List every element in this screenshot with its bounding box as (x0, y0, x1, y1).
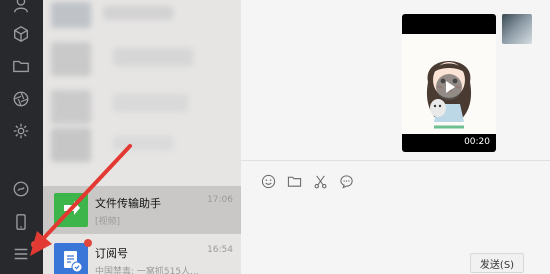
conversation-preview: [视频] (95, 217, 121, 227)
input-divider (241, 160, 550, 161)
conversation-name: 订阅号 (95, 247, 128, 260)
conversation-file-transfer[interactable]: 文件传输助手 17:06 [视频] (43, 186, 241, 234)
settings-gear-icon[interactable] (10, 120, 32, 142)
input-toolbar (241, 168, 550, 194)
conversation-time: 16:54 (207, 245, 233, 255)
conversation-name: 文件传输助手 (95, 197, 161, 210)
send-button[interactable]: 发送(S) (470, 253, 524, 273)
conversation-subscriptions[interactable]: 订阅号 16:54 中国禁毒: 一窝抓515人... (43, 236, 241, 274)
sidebar (0, 0, 43, 274)
conversation-list: 文件传输助手 17:06 [视频] 订阅号 16:54 中国禁毒: 一窝抓515… (43, 0, 241, 274)
folder-icon[interactable] (10, 55, 32, 77)
contacts-icon[interactable] (10, 0, 32, 16)
file-transfer-avatar (54, 193, 88, 227)
self-avatar[interactable] (502, 14, 532, 44)
phone-icon[interactable] (10, 211, 32, 233)
file-icon[interactable] (285, 172, 303, 190)
menu-icon[interactable] (10, 243, 32, 265)
screenshot-icon[interactable] (311, 172, 329, 190)
favorites-icon[interactable] (10, 23, 32, 45)
mini-program-icon[interactable] (10, 178, 32, 200)
subscription-avatar (54, 243, 88, 274)
video-message[interactable]: 00:20 (402, 14, 496, 152)
menu-notification-dot (31, 241, 38, 248)
conversation-time: 17:06 (207, 195, 233, 205)
conversation-preview: 中国禁毒: 一窝抓515人... (95, 267, 199, 274)
play-icon[interactable] (436, 74, 462, 100)
unread-dot (84, 239, 92, 247)
chat-panel: 00:20 发送(S) (241, 0, 550, 274)
moments-icon[interactable] (10, 88, 32, 110)
video-duration: 00:20 (464, 137, 490, 147)
emoji-icon[interactable] (259, 172, 277, 190)
chat-history-icon[interactable] (337, 172, 355, 190)
wechat-window: 文件传输助手 17:06 [视频] 订阅号 16:54 中国禁毒: 一窝抓515… (0, 0, 550, 274)
